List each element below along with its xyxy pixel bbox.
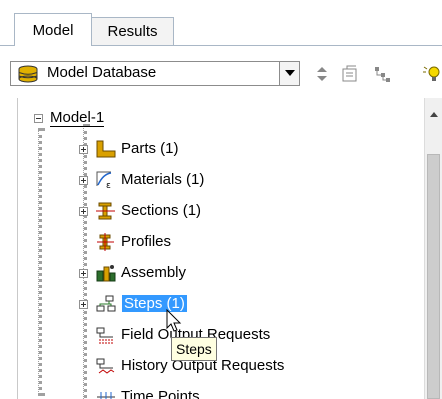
sections-icon [96,202,115,220]
scroll-up-icon[interactable] [430,112,438,117]
chevron-down-icon[interactable] [279,62,299,85]
tree-item-label[interactable]: Time Points [121,388,200,399]
tree-item-label[interactable]: Parts (1) [121,140,179,157]
toolbar: Model Database [0,46,442,98]
svg-text:ε: ε [106,181,111,190]
field-output-icon [96,327,113,344]
expand-icon[interactable] [79,207,88,216]
expand-icon[interactable] [79,145,88,154]
tree-item-profiles[interactable]: Profiles [18,232,418,254]
steps-icon [96,295,116,312]
tab-bar: Model Results [0,0,442,46]
tree-item-sections[interactable]: Sections (1) [18,201,418,223]
expand-tree-icon[interactable] [373,65,391,83]
tree-item-field-output-requests[interactable]: Field Output Requests [18,325,418,347]
tree-item-steps[interactable]: Steps (1) [18,294,418,316]
expand-icon[interactable] [79,300,88,309]
expand-icon[interactable] [79,269,88,278]
tree-item-label[interactable]: Materials (1) [121,171,204,188]
tooltip: Steps [171,337,217,361]
tree-item-parts[interactable]: Parts (1) [18,139,418,161]
tree-item-label[interactable]: Assembly [121,264,186,281]
model-database-dropdown[interactable]: Model Database [10,61,300,86]
tree-item-assembly[interactable]: Assembly [18,263,418,285]
tab-results[interactable]: Results [91,17,174,45]
up-down-arrows-icon[interactable] [313,65,331,83]
tree-item-history-output-requests[interactable]: History Output Requests [18,356,418,378]
tree-item-time-points[interactable]: Time Points [18,387,418,399]
time-points-icon [97,392,115,399]
lightbulb-icon[interactable] [422,65,442,83]
mouse-cursor-icon [166,309,182,332]
tree-root-label[interactable]: Model-1 [50,109,105,127]
model-tree-panel: Model Results Model Database Model-1 Par… [0,0,442,399]
collapse-icon[interactable] [34,114,43,123]
tree-root-row[interactable]: Model-1 [18,108,418,130]
tree-item-label[interactable]: Profiles [121,233,171,250]
materials-icon: ε [96,171,112,190]
history-output-icon [96,358,115,374]
assembly-icon [96,265,116,282]
profiles-icon [97,233,114,251]
tree-item-materials[interactable]: ε Materials (1) [18,170,418,192]
model-database-label: Model Database [47,64,157,81]
scrollbar-thumb[interactable] [427,154,440,399]
database-icon [18,65,38,83]
tree-item-label[interactable]: Sections (1) [121,202,201,219]
collapse-tree-icon[interactable] [341,65,359,83]
tab-model[interactable]: Model [14,13,92,46]
model-tree: Model-1 Parts (1) ε Materials (1) Sectio… [17,98,425,399]
parts-icon [96,140,116,158]
vertical-scrollbar[interactable] [424,98,442,399]
expand-icon[interactable] [79,176,88,185]
